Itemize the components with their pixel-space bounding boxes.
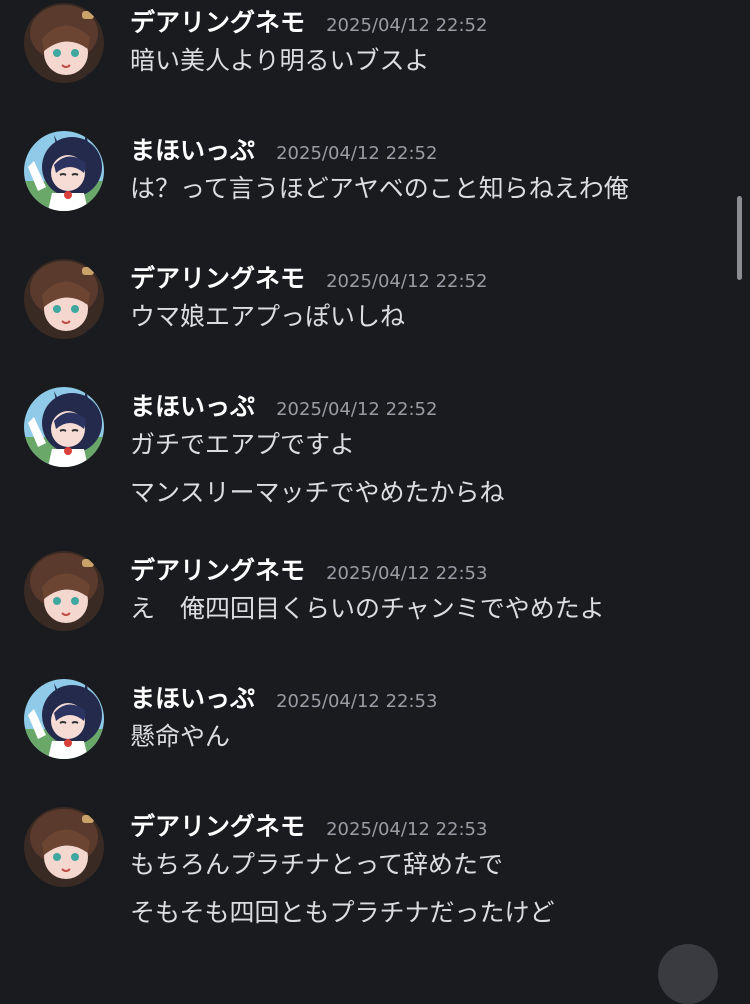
avatar-maho[interactable] bbox=[24, 387, 104, 467]
avatar-nemo[interactable] bbox=[24, 259, 104, 339]
message-text: え 俺四回目くらいのチャンミでやめたよ bbox=[130, 594, 605, 623]
avatar-maho-icon bbox=[24, 131, 104, 211]
avatar-nemo[interactable] bbox=[24, 551, 104, 631]
timestamp: 2025/04/12 22:52 bbox=[276, 143, 438, 164]
message-text: もちろんプラチナとって辞めたで bbox=[130, 850, 504, 879]
timestamp: 2025/04/12 22:53 bbox=[326, 563, 488, 584]
author-name[interactable]: デアリングネモ bbox=[130, 259, 305, 295]
scroll-down-button[interactable] bbox=[658, 944, 718, 1004]
timestamp: 2025/04/12 22:53 bbox=[326, 819, 488, 840]
avatar-nemo-icon bbox=[24, 807, 104, 887]
scrollbar-thumb[interactable] bbox=[737, 196, 742, 280]
message-text: そもそも四回ともプラチナだったけど bbox=[130, 898, 555, 927]
message-text: マンスリーマッチでやめたからね bbox=[130, 478, 505, 507]
avatar-nemo-icon bbox=[24, 551, 104, 631]
author-name[interactable]: まほいっぷ bbox=[130, 387, 255, 423]
author-name[interactable]: デアリングネモ bbox=[130, 807, 305, 843]
message-text: ガチでエアプですよ bbox=[130, 430, 356, 459]
author-name[interactable]: まほいっぷ bbox=[130, 131, 255, 167]
author-name[interactable]: デアリングネモ bbox=[130, 3, 305, 39]
avatar-maho-icon bbox=[24, 679, 104, 759]
timestamp: 2025/04/12 22:53 bbox=[276, 691, 438, 712]
avatar-maho[interactable] bbox=[24, 131, 104, 211]
avatar-nemo[interactable] bbox=[24, 807, 104, 887]
avatar-nemo[interactable] bbox=[24, 3, 104, 83]
message-text: 懸命やん bbox=[130, 722, 231, 751]
message-text: 暗い美人より明るいブスよ bbox=[130, 46, 430, 75]
timestamp: 2025/04/12 22:52 bbox=[276, 399, 438, 420]
avatar-nemo-icon bbox=[24, 3, 104, 83]
avatar-maho[interactable] bbox=[24, 679, 104, 759]
author-name[interactable]: まほいっぷ bbox=[130, 679, 255, 715]
timestamp: 2025/04/12 22:52 bbox=[326, 15, 488, 36]
message-text: は？って言うほどアヤベのこと知らねえわ俺 bbox=[130, 174, 629, 203]
avatar-nemo-icon bbox=[24, 259, 104, 339]
avatar-maho-icon bbox=[24, 387, 104, 467]
timestamp: 2025/04/12 22:52 bbox=[326, 271, 488, 292]
author-name[interactable]: デアリングネモ bbox=[130, 551, 305, 587]
message-text: ウマ娘エアプっぽいしね bbox=[130, 302, 406, 331]
